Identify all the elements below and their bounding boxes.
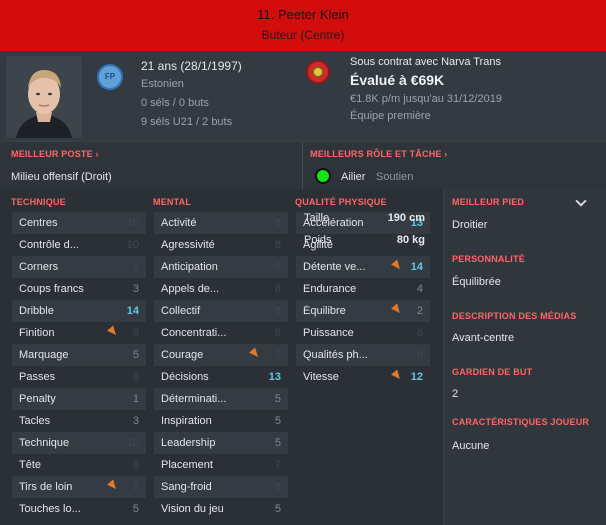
attr-row[interactable]: Finition 9 bbox=[12, 322, 146, 344]
player-value: Évalué à €69K bbox=[350, 72, 445, 88]
physical-measurements: Taille 190 cm Poids 80 kg bbox=[297, 212, 431, 254]
fp-badge: FP bbox=[97, 64, 123, 90]
player-header: 11. Peeter Klein Buteur (Centre) bbox=[0, 0, 606, 51]
attr-row[interactable]: Marquage 5 bbox=[12, 344, 146, 366]
attr-row[interactable]: Leadership 5 bbox=[154, 432, 288, 454]
side-panel: MEILLEUR PIED Droitier PERSONNALITÉ Équi… bbox=[443, 189, 606, 525]
attr-row[interactable]: Anticipation 8 bbox=[154, 256, 288, 278]
attr-row[interactable]: Appels de... 8 bbox=[154, 278, 288, 300]
nationality: Estonien bbox=[141, 78, 184, 90]
attr-row[interactable]: Vitesse 12 bbox=[296, 366, 430, 388]
goalkeeper-title: GARDIEN DE BUT bbox=[452, 367, 533, 377]
attr-row[interactable]: Agressivité 8 bbox=[154, 234, 288, 256]
attr-row[interactable]: Coups francs 3 bbox=[12, 278, 146, 300]
goalkeeper-value: 2 bbox=[452, 388, 459, 400]
mental-title: MENTAL bbox=[153, 197, 192, 207]
player-traits-value: Aucune bbox=[452, 440, 490, 452]
technical-column: Centres 10 Contrôle d... 10 Corners 6 Coups… bbox=[12, 212, 146, 520]
best-foot-title: MEILLEUR PIED bbox=[452, 197, 525, 207]
attr-row[interactable]: Équilibre 2 bbox=[296, 300, 430, 322]
contract-club[interactable]: Sous contrat avec Narva Trans bbox=[350, 56, 501, 68]
wage-line: €1.8K p/m jusqu'au 31/12/2019 bbox=[350, 93, 502, 105]
attr-row[interactable]: Détente ve... 14 bbox=[296, 256, 430, 278]
media-description-title: DESCRIPTION DES MÉDIAS bbox=[452, 311, 577, 321]
attr-row[interactable]: Déterminati... 5 bbox=[154, 388, 288, 410]
best-role-duty: Soutien bbox=[376, 171, 414, 183]
attr-row[interactable]: Collectif 8 bbox=[154, 300, 288, 322]
media-description-value: Avant-centre bbox=[452, 332, 515, 344]
attr-row[interactable]: Sang-froid 8 bbox=[154, 476, 288, 498]
attr-row[interactable]: Décisions 13 bbox=[154, 366, 288, 388]
best-role-name: Ailier bbox=[341, 171, 366, 183]
attr-row[interactable]: Passes 8 bbox=[12, 366, 146, 388]
international-caps: 0 séls / 0 buts bbox=[141, 97, 209, 109]
attr-row[interactable]: Technique 10 bbox=[12, 432, 146, 454]
technical-title: TECHNIQUE bbox=[11, 197, 66, 207]
best-position-row: MEILLEUR POSTE › Milieu offensif (Droit)… bbox=[0, 141, 606, 190]
profile-panel: FP 21 ans (28/1/1997) Estonien 0 séls / … bbox=[0, 51, 606, 141]
attr-row[interactable]: Endurance 4 bbox=[296, 278, 430, 300]
squad-status: Équipe première bbox=[350, 110, 431, 122]
chevron-down-icon[interactable] bbox=[575, 195, 587, 207]
best-foot-value: Droitier bbox=[452, 219, 488, 231]
height-row: Taille 190 cm bbox=[304, 212, 425, 224]
u21-caps: 9 séls U21 / 2 buts bbox=[141, 116, 233, 128]
attr-row[interactable]: Penalty 1 bbox=[12, 388, 146, 410]
role-suitability-icon bbox=[315, 168, 331, 184]
attr-row[interactable]: Inspiration 5 bbox=[154, 410, 288, 432]
attr-row[interactable]: Activité 8 bbox=[154, 212, 288, 234]
player-photo bbox=[6, 56, 82, 138]
weight-row: Poids 80 kg bbox=[304, 234, 425, 246]
age-line: 21 ans (28/1/1997) bbox=[141, 59, 242, 73]
attr-row[interactable]: Touches lo... 5 bbox=[12, 498, 146, 520]
attr-row[interactable]: Dribble 14 bbox=[12, 300, 146, 322]
best-position-title[interactable]: MEILLEUR POSTE › bbox=[11, 149, 99, 159]
attr-row[interactable]: Contrôle d... 10 bbox=[12, 234, 146, 256]
attr-row[interactable]: Qualités ph... 8 bbox=[296, 344, 430, 366]
player-traits-title: CARACTÉRISTIQUES JOUEUR bbox=[452, 417, 590, 427]
attr-row[interactable]: Tête 8 bbox=[12, 454, 146, 476]
personality-title: PERSONNALITÉ bbox=[452, 254, 525, 264]
attr-row[interactable]: Centres 10 bbox=[12, 212, 146, 234]
physical-title: QUALITÉ PHYSIQUE bbox=[295, 197, 387, 207]
attr-row[interactable]: Puissance 6 bbox=[296, 322, 430, 344]
player-name: 11. Peeter Klein bbox=[257, 7, 349, 22]
club-badge-icon[interactable] bbox=[306, 60, 330, 84]
attr-row[interactable]: Courage 7 bbox=[154, 344, 288, 366]
attr-row[interactable]: Corners 6 bbox=[12, 256, 146, 278]
attr-row[interactable]: Placement 7 bbox=[154, 454, 288, 476]
attr-row[interactable]: Concentrati... 6 bbox=[154, 322, 288, 344]
best-position-value: Milieu offensif (Droit) bbox=[11, 171, 112, 183]
best-role-title[interactable]: MEILLEURS RÔLE ET TÂCHE › bbox=[310, 149, 448, 159]
attr-row[interactable]: Tirs de loin 8 bbox=[12, 476, 146, 498]
mental-column: Activité 8 Agressivité 8 Anticipation 8 App… bbox=[154, 212, 288, 520]
attr-row[interactable]: Tacles 3 bbox=[12, 410, 146, 432]
divider bbox=[302, 142, 303, 190]
player-position: Buteur (Centre) bbox=[261, 28, 345, 42]
attr-row[interactable]: Vision du jeu 5 bbox=[154, 498, 288, 520]
personality-value: Équilibrée bbox=[452, 276, 501, 288]
